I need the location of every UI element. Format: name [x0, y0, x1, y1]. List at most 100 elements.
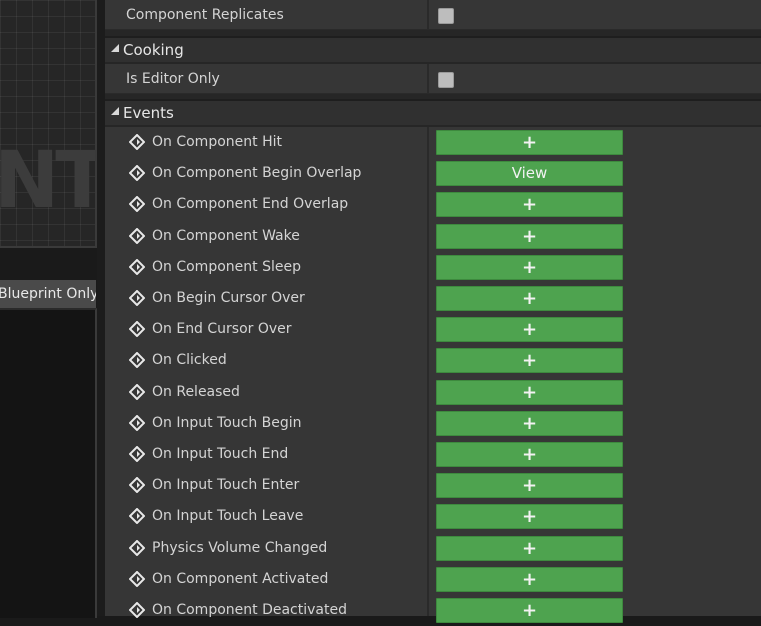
view-event-button[interactable]: View — [436, 161, 623, 187]
plus-icon: + — [521, 506, 538, 528]
event-label: On Input Touch End — [152, 446, 289, 462]
event-label: On Component Begin Overlap — [152, 165, 362, 182]
event-row: On Input Touch Begin + — [105, 408, 761, 439]
plus-icon: + — [521, 319, 538, 341]
event-label: On Component Wake — [152, 227, 300, 244]
event-row: On Component Activated + — [105, 564, 761, 595]
cooking-section-header[interactable]: Cooking — [105, 36, 761, 62]
event-row: On Component End Overlap + — [105, 189, 761, 220]
event-row: On Component Hit + — [105, 127, 761, 158]
is-editor-only-label: Is Editor Only — [126, 71, 220, 87]
event-row: On Released + — [105, 377, 761, 408]
component-replicates-checkbox[interactable] — [438, 8, 454, 24]
add-event-button[interactable]: + — [436, 442, 623, 467]
event-label: On Component Deactivated — [152, 602, 347, 618]
plus-icon: + — [521, 475, 538, 497]
event-label: On Component Hit — [152, 134, 282, 150]
event-label: On Input Touch Enter — [152, 477, 300, 494]
plus-icon: + — [521, 256, 538, 278]
plus-icon: + — [521, 444, 538, 465]
event-row: On Begin Cursor Over + — [105, 283, 761, 314]
event-label: On Clicked — [152, 352, 227, 369]
event-row: Physics Volume Changed + — [105, 533, 761, 564]
event-diamond-icon — [129, 196, 145, 213]
component-replicates-label: Component Replicates — [126, 7, 284, 23]
plus-icon: + — [521, 194, 538, 216]
event-diamond-icon — [129, 414, 145, 431]
add-event-button[interactable]: + — [436, 379, 623, 405]
event-diamond-icon — [129, 446, 145, 462]
event-row: On Component Begin Overlap View — [105, 158, 761, 189]
plus-icon: + — [521, 350, 538, 372]
plus-icon: + — [521, 600, 538, 621]
plus-icon: + — [521, 568, 538, 590]
event-diamond-icon — [129, 508, 145, 525]
add-event-button[interactable]: + — [436, 317, 623, 343]
add-event-button[interactable]: + — [436, 348, 623, 374]
add-event-button[interactable]: + — [436, 192, 623, 218]
collapse-arrow-icon[interactable] — [111, 44, 119, 52]
add-event-button[interactable]: + — [436, 223, 623, 249]
is-editor-only-checkbox[interactable] — [438, 72, 454, 88]
column-divider[interactable] — [427, 64, 429, 93]
event-diamond-icon — [129, 477, 145, 494]
event-diamond-icon — [129, 134, 145, 150]
event-row: On Input Touch Enter + — [105, 470, 761, 501]
event-diamond-icon — [129, 165, 145, 182]
add-event-button[interactable]: + — [436, 535, 623, 561]
event-row: On Input Touch End + — [105, 439, 761, 470]
left-lower-panel — [0, 308, 97, 618]
events-section-header[interactable]: Events — [105, 99, 761, 125]
event-label: On Component Activated — [152, 570, 329, 587]
event-row: On End Cursor Over + — [105, 314, 761, 345]
view-button-label: View — [511, 164, 548, 183]
blueprint-only-tab[interactable]: Blueprint Only — [0, 280, 96, 308]
event-label: On Component End Overlap — [152, 196, 349, 213]
add-event-button[interactable]: + — [436, 598, 623, 623]
plus-icon: + — [521, 412, 538, 434]
add-event-button[interactable]: + — [436, 410, 623, 436]
is-editor-only-row: Is Editor Only — [105, 64, 761, 94]
events-section-title: Events — [123, 104, 174, 122]
event-label: On End Cursor Over — [152, 321, 292, 338]
event-label: On Input Touch Begin — [152, 414, 302, 431]
event-row: On Clicked + — [105, 345, 761, 376]
plus-icon: + — [521, 132, 538, 153]
collapse-arrow-icon[interactable] — [111, 107, 119, 115]
component-replicates-row: Component Replicates — [105, 0, 761, 30]
event-label: Physics Volume Changed — [152, 539, 328, 556]
add-event-button[interactable]: + — [436, 504, 623, 530]
add-event-button[interactable]: + — [436, 566, 623, 592]
event-diamond-icon — [129, 539, 145, 556]
add-event-button[interactable]: + — [436, 130, 623, 155]
event-label: On Begin Cursor Over — [152, 290, 305, 306]
events-list: On Component Hit + On Component Begin Over… — [105, 127, 761, 623]
plus-icon: + — [521, 537, 538, 559]
event-row: On Input Touch Leave + — [105, 501, 761, 532]
event-row: On Component Sleep + — [105, 252, 761, 283]
event-label: On Component Sleep — [152, 258, 301, 275]
event-diamond-icon — [129, 383, 145, 400]
left-panel-gap — [0, 248, 97, 280]
blueprint-graph-viewport[interactable]: NT — [0, 0, 97, 248]
add-event-button[interactable]: + — [436, 286, 623, 311]
event-row: On Component Wake + — [105, 221, 761, 252]
plus-icon: + — [521, 225, 538, 247]
details-panel: Component Replicates Cooking Is Editor O… — [105, 0, 761, 623]
event-diamond-icon — [129, 352, 145, 369]
event-diamond-icon — [129, 227, 145, 244]
column-divider[interactable] — [427, 0, 429, 29]
event-diamond-icon — [129, 258, 145, 275]
panel-splitter[interactable] — [97, 0, 105, 616]
add-event-button[interactable]: + — [436, 254, 623, 280]
event-diamond-icon — [129, 321, 145, 338]
event-diamond-icon — [129, 290, 145, 306]
add-event-button[interactable]: + — [436, 473, 623, 499]
cooking-section-title: Cooking — [123, 41, 184, 59]
event-row: On Component Deactivated + — [105, 595, 761, 626]
graph-watermark: NT — [0, 136, 95, 226]
event-label: On Released — [152, 383, 240, 400]
event-label: On Input Touch Leave — [152, 508, 304, 525]
event-diamond-icon — [129, 570, 145, 587]
plus-icon: + — [521, 288, 538, 309]
